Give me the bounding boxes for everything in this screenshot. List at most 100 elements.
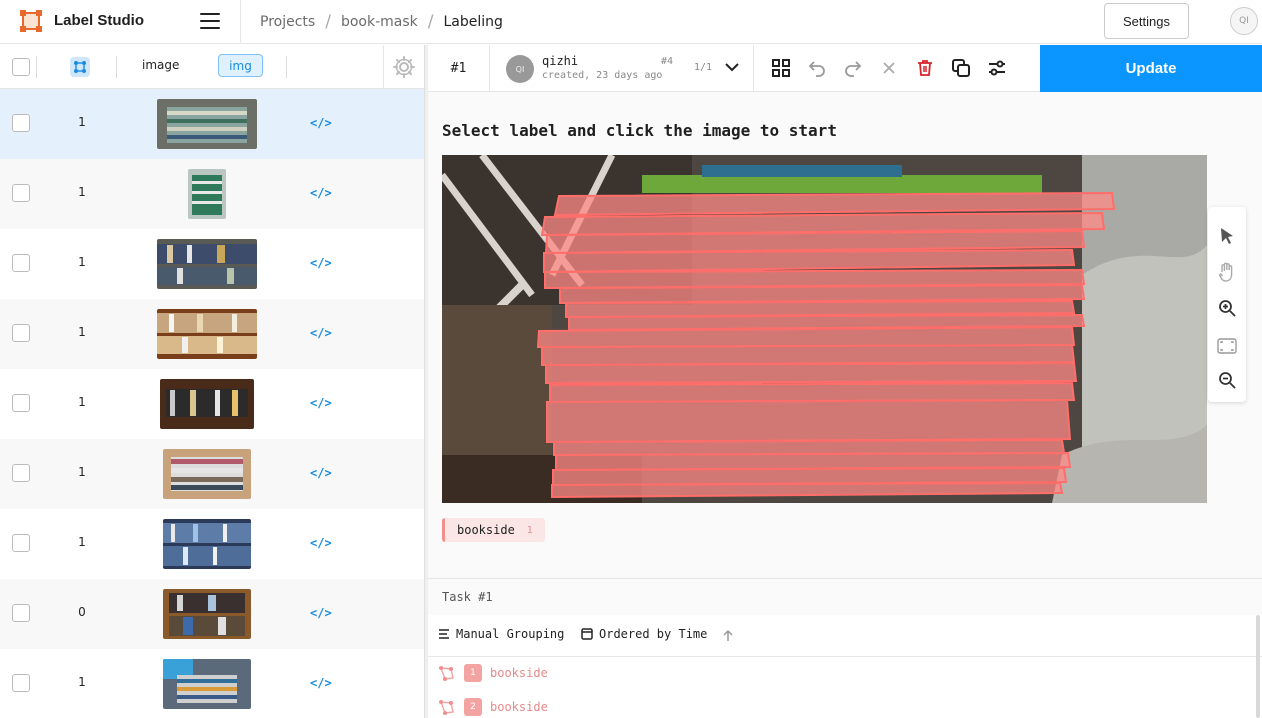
order-toggle[interactable]: Ordered by Time [581, 627, 707, 641]
region-item[interactable]: 1 bookside [438, 661, 548, 685]
annotation-count: 1 [78, 535, 86, 549]
close-icon[interactable] [879, 58, 899, 78]
column-tag-img[interactable]: img [218, 54, 263, 77]
annotation-count: 0 [78, 605, 86, 619]
image-thumbnail [160, 379, 254, 429]
labeling-image[interactable] [442, 155, 1207, 503]
table-row[interactable]: 1 </> [0, 159, 424, 229]
region-index: 2 [464, 698, 482, 716]
row-checkbox[interactable] [12, 534, 30, 552]
gear-icon[interactable] [392, 55, 416, 79]
image-thumbnail [163, 519, 251, 569]
annotation-toolbar: #1 QI qizhi created, 23 days ago #4 1/1 … [428, 45, 1262, 92]
row-checkbox[interactable] [12, 184, 30, 202]
table-row[interactable]: 1 </> [0, 509, 424, 579]
task-label: Task #1 [442, 590, 493, 604]
menu-icon[interactable] [200, 13, 220, 29]
annotation-count: 1 [78, 675, 86, 689]
source-code-icon[interactable]: </> [310, 536, 332, 550]
annotation-canvas[interactable] [442, 155, 1207, 503]
row-checkbox[interactable] [12, 674, 30, 692]
region-item[interactable]: 2 bookside [438, 695, 548, 718]
annotation-pager: 1/1 [694, 62, 713, 73]
trash-icon[interactable] [915, 58, 935, 78]
manual-grouping-toggle[interactable]: Manual Grouping [438, 627, 564, 641]
column-settings[interactable] [383, 45, 424, 89]
fit-to-screen-icon[interactable] [1216, 335, 1238, 357]
hand-icon[interactable] [1216, 261, 1238, 283]
annotation-panel: #1 QI qizhi created, 23 days ago #4 1/1 … [428, 45, 1262, 718]
list-icon [439, 629, 449, 639]
breadcrumb-projects[interactable]: Projects [260, 14, 315, 30]
label-studio-logo-icon[interactable] [20, 10, 42, 32]
select-all-checkbox[interactable] [12, 58, 30, 76]
breadcrumb: Projects / book-mask / Labeling [260, 12, 503, 32]
annotation-count: 1 [78, 185, 86, 199]
region-label: bookside [490, 700, 548, 714]
table-row[interactable]: 1 </> [0, 369, 424, 439]
scrollbar[interactable] [1256, 615, 1260, 718]
regions-header: Manual Grouping Ordered by Time [428, 615, 1262, 657]
arrow-up-icon[interactable] [722, 629, 734, 642]
polygon-icon [439, 666, 454, 681]
source-code-icon[interactable]: </> [310, 116, 332, 130]
zoom-out-icon[interactable] [1216, 369, 1238, 391]
settings-button[interactable]: Settings [1104, 3, 1189, 39]
app-title: Label Studio [54, 12, 144, 29]
row-checkbox[interactable] [12, 464, 30, 482]
breadcrumb-project[interactable]: book-mask [341, 14, 418, 30]
source-code-icon[interactable]: </> [310, 676, 332, 690]
image-thumbnail [188, 169, 226, 219]
order-label: Ordered by Time [599, 627, 708, 641]
grid-view-icon[interactable] [771, 58, 791, 78]
instruction-text: Select label and click the image to star… [442, 121, 837, 140]
annotation-count: 1 [78, 395, 86, 409]
source-code-icon[interactable]: </> [310, 396, 332, 410]
user-avatar[interactable]: QI [1230, 7, 1258, 35]
source-code-icon[interactable]: </> [310, 256, 332, 270]
source-code-icon[interactable]: </> [310, 466, 332, 480]
table-row[interactable]: 1 </> [0, 89, 424, 159]
polygon-icon [439, 700, 454, 715]
row-checkbox[interactable] [12, 254, 30, 272]
image-thumbnail [157, 239, 257, 289]
redo-icon[interactable] [843, 58, 863, 78]
regions-panel: Manual Grouping Ordered by Time 1 booksi… [428, 615, 1262, 718]
breadcrumb-separator: / [325, 12, 331, 32]
update-button[interactable]: Update [1040, 45, 1262, 92]
table-row[interactable]: 1 </> [0, 299, 424, 369]
row-checkbox[interactable] [12, 114, 30, 132]
top-bar: Label Studio Projects / book-mask / Labe… [0, 0, 1262, 44]
label-bookside[interactable]: bookside 1 [442, 518, 546, 542]
row-checkbox[interactable] [12, 394, 30, 412]
task-info-bar: Task #1 [428, 578, 1262, 616]
divider [753, 45, 754, 92]
annotation-created: created, 23 days ago [542, 70, 663, 81]
table-header: image img [0, 45, 424, 89]
table-row[interactable]: 0 </> [0, 579, 424, 649]
image-thumbnail [163, 589, 251, 639]
image-thumbnail [157, 99, 257, 149]
copy-icon[interactable] [951, 58, 971, 78]
row-checkbox[interactable] [12, 604, 30, 622]
divider [286, 56, 287, 78]
column-header-image[interactable]: image [142, 58, 179, 72]
table-row[interactable]: 1 </> [0, 439, 424, 509]
annotation-number: #4 [661, 56, 674, 67]
source-code-icon[interactable]: </> [310, 186, 332, 200]
undo-icon[interactable] [807, 58, 827, 78]
table-row[interactable]: 1 </> [0, 649, 424, 718]
row-checkbox[interactable] [12, 324, 30, 342]
pointer-icon[interactable] [1216, 225, 1238, 247]
settings-sliders-icon[interactable] [987, 58, 1007, 78]
id-column-icon[interactable] [70, 57, 90, 77]
chevron-down-icon[interactable] [724, 59, 740, 75]
label-name: bookside [457, 523, 515, 537]
image-thumbnail [163, 449, 251, 499]
table-row[interactable]: 1 </> [0, 229, 424, 299]
source-code-icon[interactable]: </> [310, 326, 332, 340]
task-id: #1 [428, 45, 490, 92]
image-thumbnail [157, 309, 257, 359]
zoom-in-icon[interactable] [1216, 297, 1238, 319]
source-code-icon[interactable]: </> [310, 606, 332, 620]
